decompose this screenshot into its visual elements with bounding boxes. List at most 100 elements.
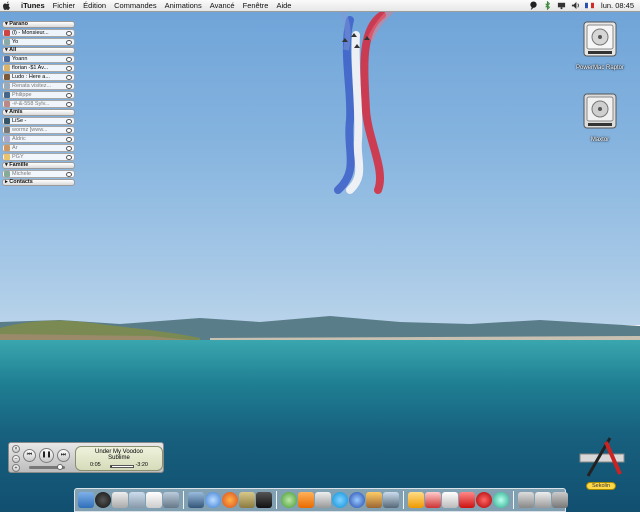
- previous-button[interactable]: ⏮: [23, 449, 36, 462]
- bluetooth-icon[interactable]: [543, 1, 552, 10]
- ichat-icon[interactable]: [129, 492, 145, 508]
- sekolin-widget[interactable]: Sekolin: [576, 432, 628, 492]
- avatar: [4, 127, 10, 133]
- menu-app-name[interactable]: iTunes: [17, 0, 49, 12]
- mail-icon[interactable]: [112, 492, 128, 508]
- system-prefs-icon[interactable]: [239, 492, 255, 508]
- burn-icon[interactable]: [493, 492, 509, 508]
- menu-clock[interactable]: lun. 08:45: [601, 1, 634, 10]
- chat-icon[interactable]: [529, 1, 538, 10]
- group-contacts[interactable]: ▸ Contacts: [2, 179, 75, 186]
- buddy-item[interactable]: florian -$1 Av...: [2, 64, 75, 72]
- terminal-icon[interactable]: [256, 492, 272, 508]
- zoom-button[interactable]: +: [12, 464, 20, 472]
- group-amis[interactable]: ▾ Amis: [2, 109, 75, 116]
- menu-fenetre[interactable]: Fenêtre: [239, 0, 273, 12]
- addressbook-icon[interactable]: [349, 492, 365, 508]
- remaining-time: -3:20: [135, 462, 148, 468]
- minimize-button[interactable]: –: [12, 455, 20, 463]
- dock-separator: [513, 491, 514, 509]
- menu-edition[interactable]: Édition: [79, 0, 110, 12]
- vuze-icon[interactable]: [366, 492, 382, 508]
- buddy-item[interactable]: Aldric: [2, 135, 75, 143]
- desktop-icon-maxtor[interactable]: Maxtor: [570, 92, 630, 143]
- buddy-item[interactable]: -#-&-558 Sylv...: [2, 100, 75, 108]
- vlc-icon[interactable]: [298, 492, 314, 508]
- progress-bar[interactable]: [110, 465, 134, 468]
- itunes-mini-player: × – + ⏮ ❚❚ ⏭ Under My Voodoo Sublime 0:0…: [8, 442, 164, 473]
- disk-icon[interactable]: [535, 492, 551, 508]
- volume-knob[interactable]: [57, 464, 63, 470]
- finder-icon[interactable]: [78, 492, 94, 508]
- acrobat-icon[interactable]: [425, 492, 441, 508]
- buddy-item[interactable]: Ludo : Here a...: [2, 73, 75, 81]
- status-icon: [66, 74, 72, 80]
- skype-icon[interactable]: [332, 492, 348, 508]
- volume-icon[interactable]: [571, 1, 580, 10]
- dock-separator: [183, 491, 184, 509]
- elapsed-time: 0:05: [90, 462, 101, 468]
- desktop-icon-powermac-raptor[interactable]: PowerMac Raptor: [570, 20, 630, 71]
- avatar: [4, 118, 10, 124]
- dashboard-icon[interactable]: [95, 492, 111, 508]
- menu-commandes[interactable]: Commandes: [110, 0, 161, 12]
- buddy-item[interactable]: Michele: [2, 170, 75, 178]
- flag-icon[interactable]: [585, 1, 595, 10]
- status-icon: [66, 83, 72, 89]
- avatar: [4, 136, 10, 142]
- status-icon: [66, 145, 72, 151]
- smoke-trails: [334, 10, 394, 194]
- group-all[interactable]: ▾ All: [2, 47, 75, 54]
- status-icon: [66, 127, 72, 133]
- music-icon[interactable]: [281, 492, 297, 508]
- apple-icon[interactable]: [3, 1, 11, 10]
- safari-icon[interactable]: [205, 492, 221, 508]
- buddy-item[interactable]: Yoann: [2, 55, 75, 63]
- lcd-display: Under My Voodoo Sublime 0:05 -3:20: [75, 446, 163, 471]
- buddy-item[interactable]: wormz [www...: [2, 126, 75, 134]
- buddy-name: Yoann: [12, 55, 28, 62]
- buddy-item[interactable]: PGY: [2, 153, 75, 161]
- photo-icon[interactable]: [408, 492, 424, 508]
- buddy-name: PGY: [12, 153, 24, 160]
- group-label: Contacts: [9, 179, 33, 185]
- iphoto-icon[interactable]: [188, 492, 204, 508]
- buddy-item[interactable]: (l) - Monsieur...: [2, 29, 75, 37]
- flash-icon[interactable]: [476, 492, 492, 508]
- ical-icon[interactable]: [315, 492, 331, 508]
- menu-avance[interactable]: Avancé: [206, 0, 239, 12]
- status-icon: [66, 171, 72, 177]
- avatar: [4, 101, 10, 107]
- display-icon[interactable]: [557, 1, 566, 10]
- trash-icon[interactable]: [552, 492, 568, 508]
- pages-icon[interactable]: [442, 492, 458, 508]
- desktop-icon-label: Maxtor: [590, 137, 610, 143]
- pause-button[interactable]: ❚❚: [39, 448, 54, 463]
- itunes-icon[interactable]: [146, 492, 162, 508]
- next-button[interactable]: ⏭: [57, 449, 70, 462]
- buddy-item[interactable]: Yo: [2, 38, 75, 46]
- close-button[interactable]: ×: [12, 445, 20, 453]
- font-icon[interactable]: [459, 492, 475, 508]
- buddy-item[interactable]: Ar: [2, 144, 75, 152]
- buddy-item[interactable]: Philippe: [2, 91, 75, 99]
- buddy-item[interactable]: LiSe -: [2, 117, 75, 125]
- avatar: [4, 65, 10, 71]
- group-label: Parano: [9, 21, 28, 27]
- textedit-icon[interactable]: [383, 492, 399, 508]
- menu-animations[interactable]: Animations: [161, 0, 206, 12]
- menu-fichier[interactable]: Fichier: [49, 0, 80, 12]
- network-icon[interactable]: [518, 492, 534, 508]
- status-icon: [66, 154, 72, 160]
- group-famille[interactable]: ▾ Famille: [2, 162, 75, 169]
- firefox-icon[interactable]: [222, 492, 238, 508]
- group-parano[interactable]: ▾ Parano: [2, 21, 75, 28]
- wrench-tool-icon: [579, 437, 625, 477]
- status-icon: [66, 118, 72, 124]
- buddy-name: Aldric: [12, 135, 26, 142]
- buddy-item[interactable]: Renata visitez...: [2, 82, 75, 90]
- buddy-name: florian -$1 Av...: [12, 64, 49, 71]
- menu-aide[interactable]: Aide: [272, 0, 295, 12]
- preview-icon[interactable]: [163, 492, 179, 508]
- avatar: [4, 92, 10, 98]
